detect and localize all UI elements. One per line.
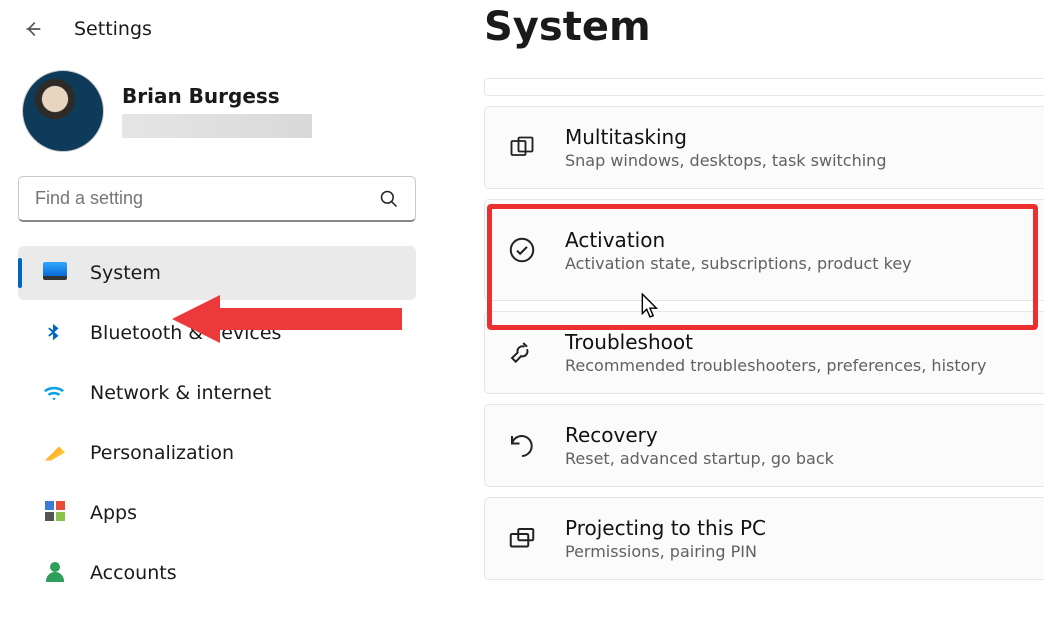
card-text: Multitasking Snap windows, desktops, tas… bbox=[565, 125, 886, 170]
search-box[interactable] bbox=[18, 176, 416, 222]
card-title: Troubleshoot bbox=[565, 330, 986, 354]
back-button[interactable] bbox=[22, 18, 44, 40]
user-text: Brian Burgess bbox=[122, 84, 312, 138]
search-input[interactable] bbox=[35, 188, 379, 209]
card-text: Troubleshoot Recommended troubleshooters… bbox=[565, 330, 986, 375]
accounts-icon bbox=[42, 561, 68, 585]
card-sub: Reset, advanced startup, go back bbox=[565, 449, 834, 468]
card-sub: Permissions, pairing PIN bbox=[565, 542, 766, 561]
card-text: Projecting to this PC Permissions, pairi… bbox=[565, 516, 766, 561]
activation-icon bbox=[505, 235, 539, 265]
card-sub: Snap windows, desktops, task switching bbox=[565, 151, 886, 170]
recovery-icon bbox=[505, 431, 539, 461]
projecting-icon bbox=[505, 524, 539, 554]
avatar bbox=[22, 70, 104, 152]
card-title: Projecting to this PC bbox=[565, 516, 766, 540]
settings-cards: Multitasking Snap windows, desktops, tas… bbox=[484, 78, 1044, 580]
sidebar-item-label: Bluetooth & devices bbox=[90, 322, 281, 344]
multitasking-icon bbox=[505, 134, 539, 162]
sidebar-item-apps[interactable]: Apps bbox=[18, 486, 416, 540]
sidebar-item-network[interactable]: Network & internet bbox=[18, 366, 416, 420]
personalization-icon bbox=[42, 441, 68, 466]
sidebar-header: Settings bbox=[18, 14, 416, 62]
search-icon bbox=[379, 189, 399, 209]
page-title: System bbox=[484, 4, 1044, 50]
nav: System Bluetooth & devices Network & int… bbox=[18, 246, 416, 600]
settings-app: Settings Brian Burgess System bbox=[0, 0, 1044, 644]
user-name: Brian Burgess bbox=[122, 84, 312, 108]
system-icon bbox=[42, 261, 68, 285]
sidebar-item-label: Accounts bbox=[90, 562, 177, 584]
bluetooth-icon bbox=[42, 322, 68, 344]
apps-icon bbox=[42, 501, 68, 526]
card-sub: Activation state, subscriptions, product… bbox=[565, 254, 912, 273]
sidebar-item-accounts[interactable]: Accounts bbox=[18, 546, 416, 600]
card-troubleshoot[interactable]: Troubleshoot Recommended troubleshooters… bbox=[484, 311, 1044, 394]
wifi-icon bbox=[42, 382, 68, 404]
main-panel: System Multitasking Snap windows, deskto… bbox=[434, 0, 1044, 644]
sidebar-item-bluetooth[interactable]: Bluetooth & devices bbox=[18, 306, 416, 360]
card-recovery[interactable]: Recovery Reset, advanced startup, go bac… bbox=[484, 404, 1044, 487]
troubleshoot-icon bbox=[505, 338, 539, 368]
card-title: Activation bbox=[565, 228, 912, 252]
sidebar-item-label: Network & internet bbox=[90, 382, 271, 404]
card-projecting[interactable]: Projecting to this PC Permissions, pairi… bbox=[484, 497, 1044, 580]
sidebar-item-personalization[interactable]: Personalization bbox=[18, 426, 416, 480]
card-text: Activation Activation state, subscriptio… bbox=[565, 228, 912, 273]
user-email-redacted bbox=[122, 114, 312, 138]
user-block[interactable]: Brian Burgess bbox=[18, 62, 416, 174]
card-title: Multitasking bbox=[565, 125, 886, 149]
card-sub: Recommended troubleshooters, preferences… bbox=[565, 356, 986, 375]
card-activation[interactable]: Activation Activation state, subscriptio… bbox=[484, 199, 1044, 301]
card-text: Recovery Reset, advanced startup, go bac… bbox=[565, 423, 834, 468]
sidebar-item-label: Personalization bbox=[90, 442, 234, 464]
sidebar-item-label: System bbox=[90, 262, 161, 284]
card-multitasking[interactable]: Multitasking Snap windows, desktops, tas… bbox=[484, 106, 1044, 189]
window-title: Settings bbox=[74, 18, 152, 40]
sidebar-item-system[interactable]: System bbox=[18, 246, 416, 300]
sidebar: Settings Brian Burgess System bbox=[0, 0, 434, 644]
card-title: Recovery bbox=[565, 423, 834, 447]
card-stub bbox=[484, 78, 1044, 96]
sidebar-item-label: Apps bbox=[90, 502, 137, 524]
